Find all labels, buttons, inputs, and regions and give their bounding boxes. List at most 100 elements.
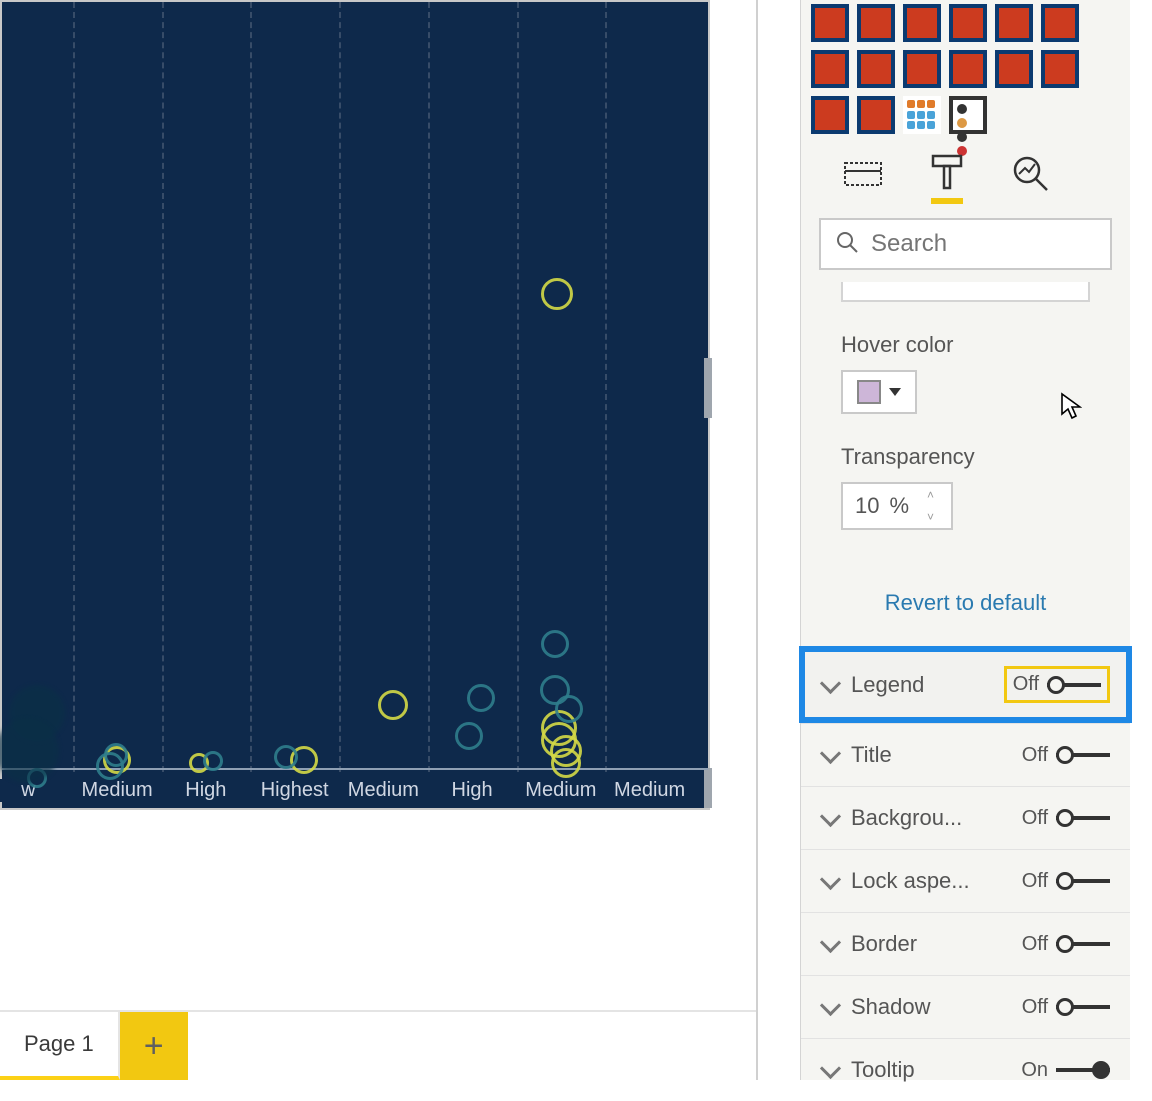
report-canvas[interactable]: wMediumHighHighestMediumHighMediumMedium bbox=[0, 0, 756, 846]
data-bubble[interactable] bbox=[455, 722, 483, 750]
visualization-type-tile[interactable] bbox=[949, 4, 987, 42]
data-bubble[interactable] bbox=[274, 745, 298, 769]
format-section-label: Border bbox=[851, 931, 1010, 957]
format-section-row[interactable]: Title Off bbox=[801, 723, 1130, 786]
scatter-visual[interactable]: wMediumHighHighestMediumHighMediumMedium bbox=[0, 0, 710, 810]
format-section-label: Lock aspe... bbox=[851, 868, 1010, 894]
toggle-switch[interactable] bbox=[1056, 997, 1110, 1017]
format-section-row[interactable]: Tooltip On bbox=[801, 1038, 1130, 1101]
x-axis-label: Medium bbox=[73, 779, 162, 802]
data-bubble[interactable] bbox=[0, 719, 59, 783]
format-section-label: Backgrou... bbox=[851, 805, 1010, 831]
data-bubble[interactable] bbox=[467, 684, 495, 712]
grid-line bbox=[605, 2, 607, 772]
toggle-state-text: On bbox=[1021, 1059, 1048, 1082]
chevron-down-icon bbox=[821, 676, 839, 694]
toggle-switch[interactable] bbox=[1047, 675, 1101, 695]
analytics-tab-icon[interactable] bbox=[1009, 152, 1053, 196]
toggle-wrap: Off bbox=[1022, 744, 1110, 767]
x-axis-label: Medium bbox=[339, 779, 428, 802]
chevron-down-icon bbox=[821, 809, 839, 827]
format-section-label: Legend bbox=[851, 672, 992, 698]
toggle-state-text: Off bbox=[1022, 996, 1048, 1019]
visualization-type-tile[interactable] bbox=[857, 50, 895, 88]
toggle-wrap: Off bbox=[1022, 996, 1110, 1019]
page-tab[interactable]: Page 1 bbox=[0, 1012, 120, 1080]
visualizations-pane: Hover color Transparency 10 % ˄ ˅ Revert… bbox=[800, 0, 1130, 1080]
data-bubble[interactable] bbox=[378, 690, 408, 720]
visualization-type-tile[interactable] bbox=[811, 50, 849, 88]
revert-to-default-link[interactable]: Revert to default bbox=[801, 590, 1130, 616]
visualization-type-tile[interactable] bbox=[903, 4, 941, 42]
visualization-type-tile[interactable] bbox=[949, 96, 987, 134]
toggle-switch[interactable] bbox=[1056, 808, 1110, 828]
grid-line bbox=[428, 2, 430, 772]
search-icon bbox=[835, 230, 859, 259]
spinner-arrows[interactable]: ˄ ˅ bbox=[927, 488, 945, 524]
format-section-label: Title bbox=[851, 742, 1010, 768]
transparency-spinner[interactable]: 10 % ˄ ˅ bbox=[841, 482, 953, 530]
color-chip bbox=[857, 380, 881, 404]
chevron-down-icon bbox=[821, 872, 839, 890]
active-tab-underline bbox=[931, 198, 963, 204]
page-tabs-bar: Page 1 + bbox=[0, 1010, 756, 1080]
toggle-switch[interactable] bbox=[1056, 745, 1110, 765]
selection-handle-bottom[interactable] bbox=[704, 768, 712, 808]
toggle-wrap: Off bbox=[1022, 807, 1110, 830]
search-input[interactable] bbox=[871, 230, 1152, 258]
format-section-label: Shadow bbox=[851, 994, 1010, 1020]
visualization-type-tile[interactable] bbox=[857, 4, 895, 42]
collapsed-field[interactable] bbox=[841, 282, 1090, 302]
grid-line bbox=[73, 2, 75, 772]
x-axis-label: Medium bbox=[605, 779, 694, 802]
format-section-row[interactable]: Border Off bbox=[801, 912, 1130, 975]
hover-color-label: Hover color bbox=[841, 332, 1090, 358]
visualization-type-tile[interactable] bbox=[995, 4, 1033, 42]
hover-color-picker[interactable] bbox=[841, 370, 917, 414]
toggle-wrap: Off bbox=[1022, 933, 1110, 956]
data-bubble[interactable] bbox=[551, 748, 581, 778]
data-bubble[interactable] bbox=[541, 278, 573, 310]
pane-tabs bbox=[801, 134, 1130, 196]
visualization-type-tile[interactable] bbox=[903, 96, 941, 134]
x-axis-label: Medium bbox=[517, 779, 606, 802]
transparency-value: 10 bbox=[855, 493, 879, 519]
transparency-unit: % bbox=[889, 493, 909, 519]
add-page-button[interactable]: + bbox=[120, 1012, 188, 1080]
grid-line bbox=[250, 2, 252, 772]
transparency-label: Transparency bbox=[841, 444, 1090, 470]
plus-icon: + bbox=[144, 1027, 164, 1066]
toggle-state-text: Off bbox=[1022, 744, 1048, 767]
visualization-type-tile[interactable] bbox=[903, 50, 941, 88]
data-bubble[interactable] bbox=[555, 695, 583, 723]
toggle-switch[interactable] bbox=[1056, 1060, 1110, 1080]
format-section-row[interactable]: Backgrou... Off bbox=[801, 786, 1130, 849]
x-axis-label: High bbox=[428, 779, 517, 802]
fields-tab-icon[interactable] bbox=[841, 152, 885, 196]
toggle-state-text: Off bbox=[1022, 807, 1048, 830]
data-bubble[interactable] bbox=[203, 751, 223, 771]
grid-line bbox=[162, 2, 164, 772]
visualization-type-tile[interactable] bbox=[811, 4, 849, 42]
toggle-switch[interactable] bbox=[1056, 934, 1110, 954]
visualization-type-tile[interactable] bbox=[1041, 4, 1079, 42]
format-section-row[interactable]: Shadow Off bbox=[801, 975, 1130, 1038]
data-bubble[interactable] bbox=[96, 752, 124, 780]
visualization-type-tile[interactable] bbox=[811, 96, 849, 134]
visualization-type-tile[interactable] bbox=[995, 50, 1033, 88]
format-tab-icon[interactable] bbox=[925, 152, 969, 196]
selection-handle[interactable] bbox=[704, 358, 712, 418]
format-section-row[interactable]: Lock aspe... Off bbox=[801, 849, 1130, 912]
chevron-down-icon bbox=[821, 1061, 839, 1079]
visualization-type-tile[interactable] bbox=[857, 96, 895, 134]
toggle-state-text: Off bbox=[1022, 870, 1048, 893]
visualization-type-tile[interactable] bbox=[1041, 50, 1079, 88]
x-axis-label: Highest bbox=[250, 779, 339, 802]
toggle-switch[interactable] bbox=[1056, 871, 1110, 891]
visualization-type-tile[interactable] bbox=[949, 50, 987, 88]
grid-line bbox=[339, 2, 341, 772]
chevron-down-icon bbox=[821, 746, 839, 764]
format-section-row[interactable]: Legend Off bbox=[799, 646, 1132, 723]
data-bubble[interactable] bbox=[541, 630, 569, 658]
format-search-box[interactable] bbox=[819, 218, 1112, 270]
